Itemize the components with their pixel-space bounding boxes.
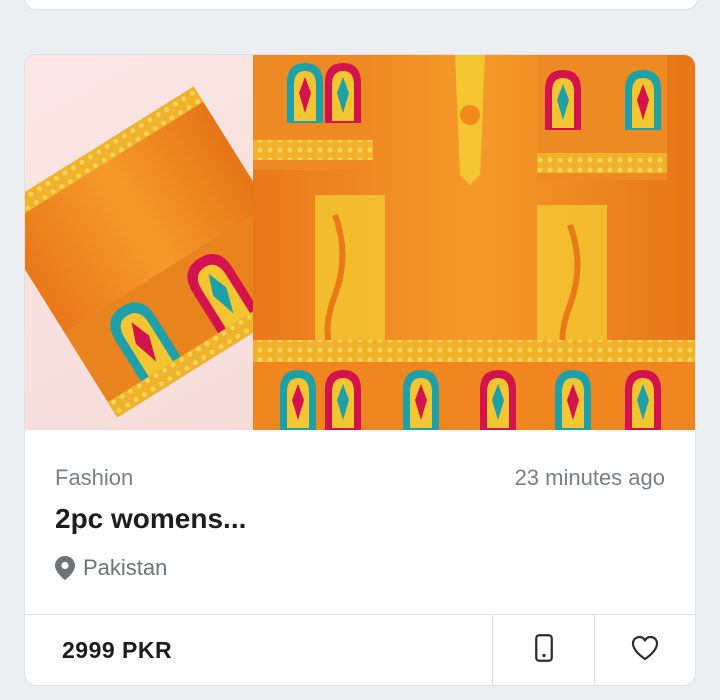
listing-card[interactable]: Fashion 23 minutes ago 2pc womens... Pak… <box>24 54 696 686</box>
previous-listing-card[interactable] <box>24 0 698 10</box>
mobile-phone-icon <box>534 633 553 667</box>
map-pin-icon <box>55 556 75 580</box>
favorite-button[interactable] <box>594 615 695 685</box>
listing-price: 2999 PKR <box>62 636 173 663</box>
listing-category: Fashion <box>55 465 134 490</box>
location-label: Pakistan <box>83 555 168 580</box>
listing-photo[interactable] <box>25 55 695 430</box>
listing-title[interactable]: 2pc womens... <box>55 503 246 535</box>
listing-time: 23 minutes ago <box>514 465 665 490</box>
listing-footer: 2999 PKR <box>25 614 695 685</box>
heart-icon <box>631 635 659 666</box>
call-button[interactable] <box>492 615 594 685</box>
listing-location: Pakistan <box>55 555 167 581</box>
